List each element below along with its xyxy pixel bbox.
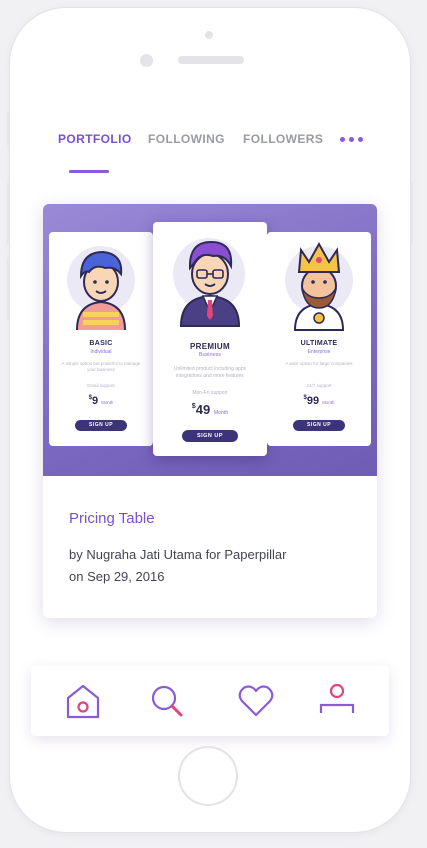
front-camera [205,31,213,39]
plan-subtitle: Business [198,352,222,358]
plan-support: Mon-Fri support [192,390,228,396]
plan-name: ULTIMATE [300,340,338,347]
proximity-sensor [140,54,153,67]
volume-up-button [7,182,10,244]
plan-description: Unlimited product including apps integra… [173,366,247,379]
signup-button-premium[interactable]: SIGN UP [182,430,238,442]
volume-down-button [7,258,10,320]
date-line: on Sep 29, 2016 [69,569,165,584]
home-icon[interactable] [63,681,103,721]
plan-name: BASIC [89,340,113,347]
shot-meta: by Nugraha Jati Utama for Paperpillar on… [69,544,359,588]
signup-button-ultimate[interactable]: SIGN UP [293,420,345,431]
plan-support: Email support [87,383,115,388]
plan-price: $9 Month [49,395,153,407]
price-amount: 9 [91,395,99,407]
shot-card[interactable]: BASIC Individual A simple option but pow… [43,204,377,618]
shot-thumbnail[interactable]: BASIC Individual A simple option but pow… [43,204,377,476]
signup-button-basic[interactable]: SIGN UP [75,420,127,431]
plan-card-basic: BASIC Individual A simple option but pow… [49,232,153,446]
plan-subtitle: Individual [90,349,112,355]
price-period: Month [213,410,229,416]
tab-followers[interactable]: FOLLOWERS [243,132,323,146]
shot-title[interactable]: Pricing Table [69,510,155,527]
phone-home-button[interactable] [178,746,238,806]
profile-icon[interactable] [317,681,357,721]
earpiece-speaker [178,56,244,64]
plan-subtitle: Enterprise [307,349,331,355]
businessman-avatar-icon [179,240,241,327]
plan-support: 24/7 support [306,383,332,388]
bottom-navigation [31,666,389,736]
king-avatar-icon [293,241,345,331]
power-button [410,182,413,244]
author-line: by Nugraha Jati Utama for Paperpillar [69,547,287,562]
plan-card-premium: PREMIUM Business Unlimited product inclu… [153,222,267,456]
price-period: Month [322,400,335,405]
tab-portfolio[interactable]: PORTFOLIO [58,132,132,146]
price-period: Month [101,400,114,405]
search-icon[interactable] [147,681,187,721]
plan-card-ultimate: ULTIMATE Enterprise A wise option for la… [267,232,371,446]
plan-description: A simple option but powerful to manage y… [61,361,141,372]
boy-avatar-icon [76,250,126,331]
price-amount: 49 [195,402,211,417]
active-tab-indicator [69,170,109,173]
heart-icon[interactable] [236,681,276,721]
plan-name: PREMIUM [190,342,230,351]
plan-description: A wise option for large companies [285,361,353,366]
price-amount: 99 [306,395,320,407]
more-options-icon[interactable] [340,136,366,144]
tab-following[interactable]: FOLLOWING [148,132,225,146]
plan-price: $99 Month [267,395,371,407]
plan-price: $49 Month [153,402,267,417]
